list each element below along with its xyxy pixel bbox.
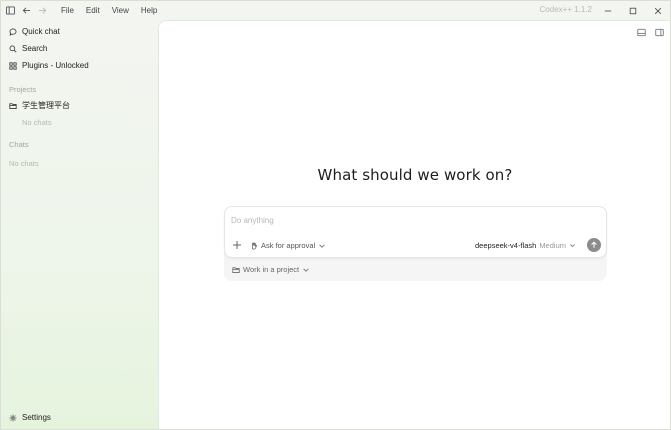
main-toolbar	[636, 27, 664, 37]
chats-empty-text: No chats	[9, 159, 39, 168]
folder-icon	[9, 102, 17, 109]
reasoning-effort: Medium	[539, 241, 566, 250]
send-button[interactable]	[587, 238, 601, 252]
forward-arrow-icon[interactable]	[35, 4, 49, 18]
approval-mode-select[interactable]: Ask for approval	[250, 240, 326, 251]
search-icon	[9, 45, 17, 52]
sidebar-item-plugins[interactable]: Plugins - Unlocked	[5, 58, 153, 73]
composer-container: Ask for approval deepseek-v4-flash Mediu…	[224, 206, 607, 281]
app-window: File Edit View Help Codex++ 1.1.2 Quick …	[0, 0, 671, 430]
model-name: deepseek-v4-flash	[475, 241, 537, 250]
back-arrow-icon[interactable]	[19, 4, 33, 18]
prompt-input[interactable]	[231, 214, 531, 226]
work-in-project-label: Work in a project	[243, 265, 300, 274]
sidebar-item-project[interactable]: 学生管理平台	[5, 98, 153, 113]
window-controls	[595, 1, 670, 20]
approval-mode-label: Ask for approval	[261, 241, 316, 250]
title-bar-nav	[1, 4, 49, 18]
arrow-up-icon	[591, 241, 597, 248]
settings-label: Settings	[22, 413, 51, 422]
main-panel: What should we work on? Ask for approval…	[158, 20, 670, 429]
chevron-down-icon	[319, 243, 325, 248]
chat-bubble-icon	[9, 28, 17, 36]
project-empty-text: No chats	[22, 118, 52, 127]
menu-bar: File Edit View Help	[55, 6, 163, 15]
chats-heading: Chats	[9, 140, 29, 149]
grid-icon	[9, 61, 17, 70]
gear-icon	[9, 414, 17, 421]
side-panel-toggle-icon[interactable]	[654, 27, 664, 37]
toggle-sidebar-icon[interactable]	[3, 4, 17, 18]
menu-help[interactable]: Help	[135, 6, 163, 15]
page-title: What should we work on?	[317, 166, 513, 184]
chevron-down-icon	[303, 267, 309, 272]
composer: Ask for approval deepseek-v4-flash Mediu…	[224, 206, 607, 258]
work-in-project-select[interactable]: Work in a project	[232, 264, 310, 275]
hand-icon	[252, 241, 257, 250]
minimize-button[interactable]	[595, 1, 620, 20]
add-attachment-button[interactable]	[232, 240, 242, 250]
folder-icon	[232, 266, 240, 273]
title-bar: File Edit View Help Codex++ 1.1.2	[1, 1, 670, 20]
menu-file[interactable]: File	[55, 6, 80, 15]
chevron-down-icon	[570, 244, 575, 248]
sidebar-item-search[interactable]: Search	[5, 41, 153, 56]
maximize-button[interactable]	[620, 1, 645, 20]
close-button[interactable]	[645, 1, 670, 20]
project-name: 学生管理平台	[22, 101, 70, 110]
sidebar-item-label: Plugins - Unlocked	[22, 61, 89, 70]
menu-view[interactable]: View	[106, 6, 135, 15]
menu-edit[interactable]: Edit	[80, 6, 106, 15]
terminal-toggle-icon[interactable]	[636, 27, 646, 37]
projects-heading: Projects	[9, 85, 37, 94]
sidebar-item-label: Quick chat	[22, 27, 60, 36]
settings-button[interactable]: Settings	[5, 410, 153, 425]
sidebar-item-label: Search	[22, 44, 48, 53]
sidebar-item-quick-chat[interactable]: Quick chat	[5, 24, 153, 39]
model-select[interactable]: deepseek-v4-flash Medium	[475, 240, 576, 251]
plus-icon	[233, 241, 241, 249]
app-title: Codex++ 1.1.2	[539, 5, 592, 14]
sidebar: Quick chat Search Plugins - Unlocked Pro…	[1, 20, 158, 429]
